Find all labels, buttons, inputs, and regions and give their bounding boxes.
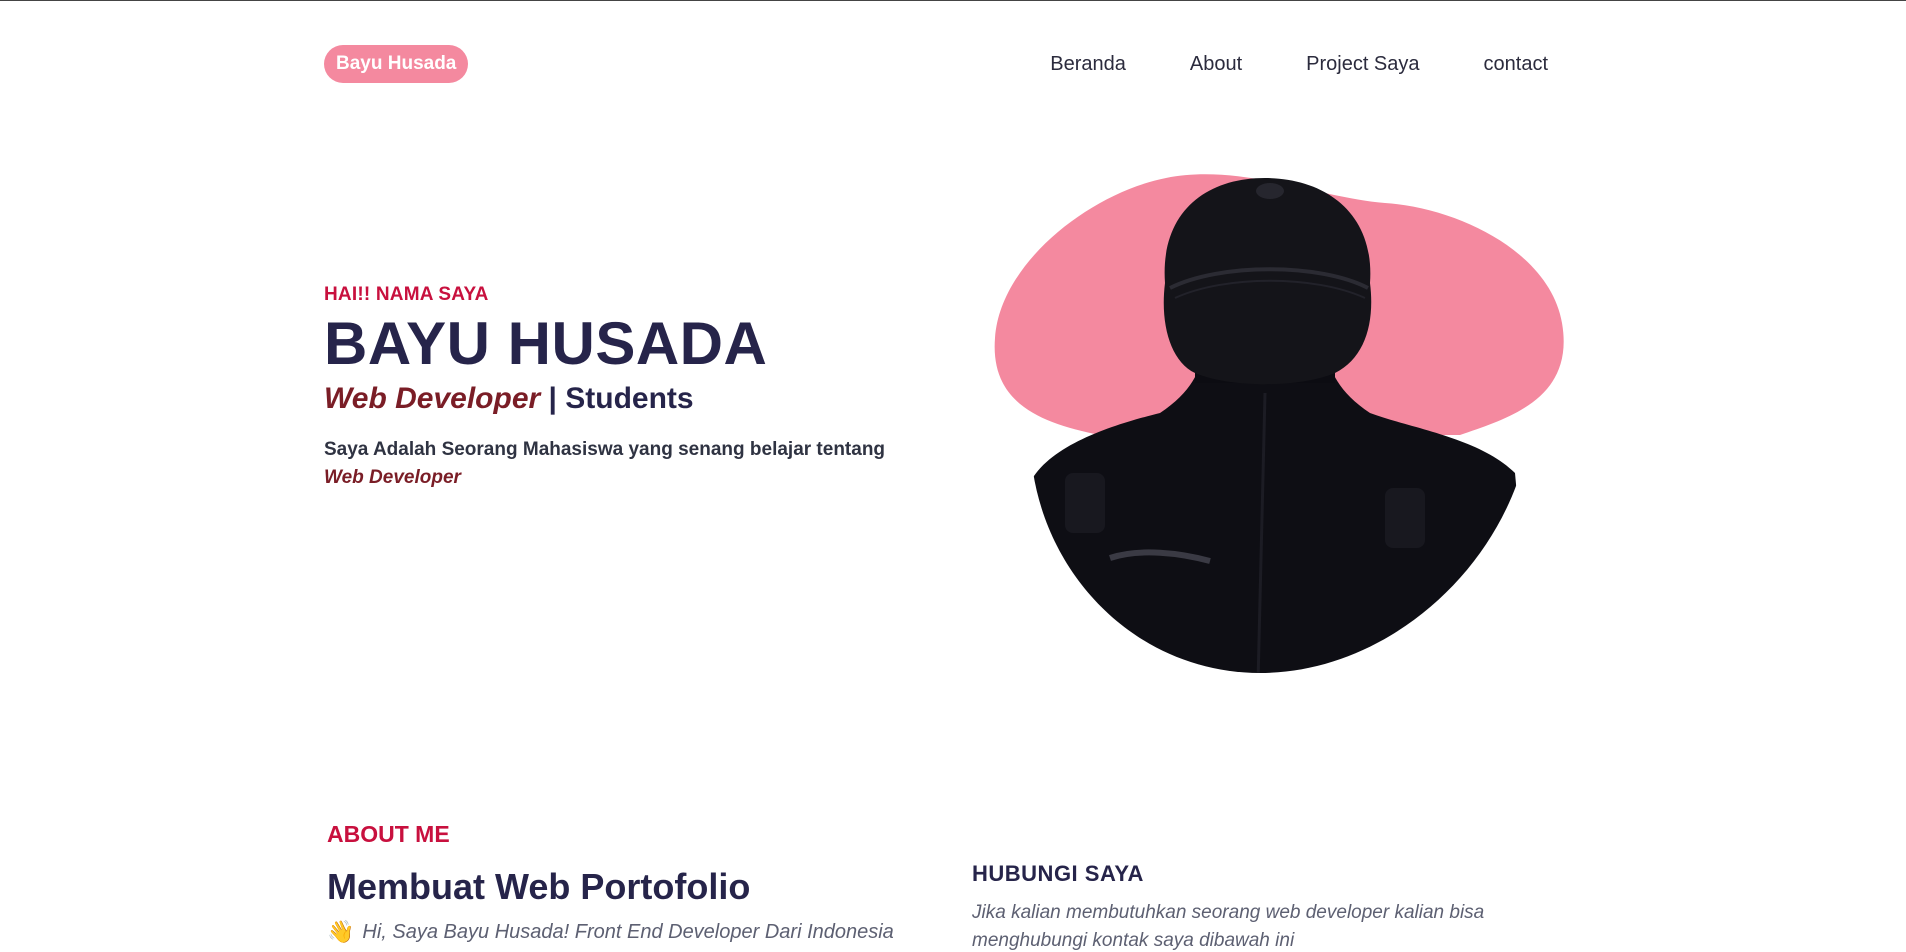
nav-link-contact[interactable]: contact bbox=[1484, 53, 1548, 76]
hero-name: BAYU HUSADA bbox=[324, 310, 768, 377]
hero-portrait bbox=[990, 173, 1570, 683]
about-intro-text: Hi, Saya Bayu Husada! Front End Develope… bbox=[362, 921, 894, 943]
about-section: ABOUT ME Membuat Web Portofolio 👋 Hi, Sa… bbox=[327, 821, 927, 946]
navbar: Bayu Husada Beranda About Project Saya c… bbox=[324, 44, 1548, 84]
nav-link-beranda[interactable]: Beranda bbox=[1050, 53, 1126, 76]
hero-description-emphasis: Web Developer bbox=[324, 467, 461, 488]
hero-role-secondary: Students bbox=[565, 382, 694, 415]
hero-role-separator: | bbox=[540, 382, 566, 415]
contact-title: HUBUNGI SAYA bbox=[972, 861, 1144, 886]
nav-link-project[interactable]: Project Saya bbox=[1306, 53, 1419, 76]
nav-link-about[interactable]: About bbox=[1190, 53, 1242, 76]
hero-description-text: Saya Adalah Seorang Mahasiswa yang senan… bbox=[324, 439, 886, 460]
portrait-image bbox=[994, 174, 1564, 673]
contact-description: Jika kalian membutuhkan seorang web deve… bbox=[972, 902, 1485, 951]
contact-section: HUBUNGI SAYA Jika kalian membutuhkan seo… bbox=[972, 861, 1532, 952]
waving-hand-icon: 👋 bbox=[327, 919, 355, 944]
hero-role-main: Web Developer bbox=[324, 382, 541, 415]
brand-logo[interactable]: Bayu Husada bbox=[324, 45, 469, 83]
hero-role: Web Developer | Students bbox=[324, 382, 944, 416]
about-kicker: ABOUT ME bbox=[327, 821, 450, 847]
about-title: Membuat Web Portofolio bbox=[327, 866, 751, 907]
hero-section: HAI!! NAMA SAYA BAYU HUSADA Web Develope… bbox=[324, 284, 944, 492]
hero-description: Saya Adalah Seorang Mahasiswa yang senan… bbox=[324, 436, 944, 492]
nav-links: Beranda About Project Saya contact bbox=[1050, 53, 1548, 76]
about-intro: 👋 Hi, Saya Bayu Husada! Front End Develo… bbox=[327, 918, 927, 946]
hero-greeting: HAI!! NAMA SAYA bbox=[324, 284, 489, 305]
